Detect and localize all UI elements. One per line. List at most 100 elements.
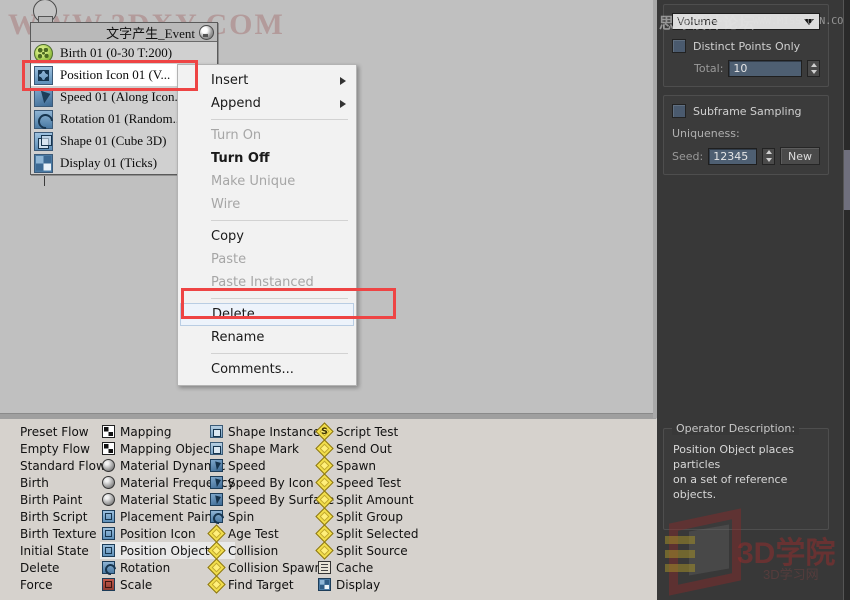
depot-item-label: Speed By Icon <box>228 476 314 490</box>
depot-item-label: Speed Test <box>336 476 401 490</box>
operator-description-panel: Operator Description: Position Object pl… <box>663 428 829 530</box>
shape-icon <box>34 132 53 151</box>
depot-item-split-amount[interactable]: Split Amount <box>316 491 418 508</box>
location-dropdown[interactable]: Volume <box>672 13 820 30</box>
depot-item-label: Shape Mark <box>228 442 299 456</box>
new-seed-button[interactable]: New <box>780 147 820 165</box>
split-group-icon <box>315 507 333 525</box>
depot-item-label: Rotation <box>120 561 170 575</box>
event-row-label: Display 01 (Ticks) <box>60 155 157 171</box>
depot-item-label: Split Source <box>336 544 408 558</box>
depot-item-cache[interactable]: Cache <box>316 559 418 576</box>
depot-item-label: Material Static <box>120 493 207 507</box>
depot-item-label: Split Amount <box>336 493 414 507</box>
command-panel[interactable]: Volume Distinct Points Only Total: 10 Su… <box>657 0 843 600</box>
material-dynamic-icon <box>102 459 115 472</box>
context-menu[interactable]: Insert Append Turn On Turn Off Make Uniq… <box>177 64 357 386</box>
position-icon <box>102 527 115 540</box>
menu-item-make-unique: Make Unique <box>178 170 356 193</box>
rotation-icon <box>34 110 53 129</box>
collision-icon <box>207 541 225 559</box>
depot-item-label: Preset Flow <box>20 425 89 439</box>
depot-item-label: Script Test <box>336 425 398 439</box>
depot-item-label: Birth Texture <box>20 527 97 541</box>
depot-item-label: Mapping <box>120 425 172 439</box>
depot-item-send-out[interactable]: Send Out <box>316 440 418 457</box>
menu-item-insert[interactable]: Insert <box>178 69 356 92</box>
menu-item-append[interactable]: Append <box>178 92 356 115</box>
spawn-icon <box>315 456 333 474</box>
menu-item-label: Turn On <box>211 128 261 143</box>
event-output-stem <box>44 176 45 186</box>
depot-item-birth-texture[interactable]: Birth Texture <box>0 525 106 542</box>
menu-item-delete[interactable]: Delete <box>180 303 354 326</box>
chevron-right-icon <box>340 100 346 108</box>
material-frequency-icon <box>102 476 115 489</box>
total-field[interactable]: 10 <box>728 60 802 77</box>
menu-item-label: Copy <box>211 229 244 244</box>
shape-mark-icon <box>210 442 223 455</box>
depot-item-birth-script[interactable]: Birth Script <box>0 508 106 525</box>
menu-item-label: Paste Instanced <box>211 275 314 290</box>
total-label: Total: <box>694 62 723 75</box>
subframe-sampling-checkbox[interactable] <box>672 104 686 118</box>
menu-separator <box>211 298 348 299</box>
depot-item-label: Birth Paint <box>20 493 82 507</box>
depot-panel[interactable]: Preset Flow Empty Flow Standard Flow Bir… <box>0 419 656 600</box>
speed-by-surface-icon <box>210 493 223 506</box>
total-spinner[interactable] <box>807 60 820 77</box>
event-node-titlebar[interactable]: 文字产生_Event <box>31 23 217 42</box>
depot-item-initial-state[interactable]: Initial State <box>0 542 106 559</box>
position-object-icon <box>102 544 115 557</box>
depot-item-birth-paint[interactable]: Birth Paint <box>0 491 106 508</box>
depot-item-force[interactable]: Force <box>0 576 106 593</box>
depot-item-delete[interactable]: Delete <box>0 559 106 576</box>
menu-item-comments[interactable]: Comments... <box>178 358 356 381</box>
depot-item-empty-flow[interactable]: Empty Flow <box>0 440 106 457</box>
split-source-icon <box>315 541 333 559</box>
location-dropdown-value: Volume <box>677 15 718 28</box>
menu-separator <box>211 119 348 120</box>
depot-item-label: Age Test <box>228 527 279 541</box>
location-group: Volume Distinct Points Only Total: 10 <box>663 4 829 87</box>
seed-spinner[interactable] <box>762 148 775 165</box>
seed-field[interactable]: 12345 <box>708 148 757 165</box>
depot-item-label: Split Group <box>336 510 403 524</box>
menu-item-turn-on: Turn On <box>178 124 356 147</box>
depot-item-label: Split Selected <box>336 527 418 541</box>
event-row-label: Position Icon 01 (V... <box>60 67 170 83</box>
menu-item-rename[interactable]: Rename <box>178 326 356 349</box>
depot-item-standard-flow[interactable]: Standard Flow <box>0 457 106 474</box>
depot-item-script-test[interactable]: Script Test <box>316 423 418 440</box>
event-node-title: 文字产生_Event <box>106 23 195 42</box>
depot-item-preset-flow[interactable]: Preset Flow <box>0 423 106 440</box>
depot-item-label: Send Out <box>336 442 392 456</box>
depot-item-spawn[interactable]: Spawn <box>316 457 418 474</box>
split-selected-icon <box>315 524 333 542</box>
depot-item-split-selected[interactable]: Split Selected <box>316 525 418 542</box>
distinct-points-row[interactable]: Distinct Points Only <box>672 39 820 53</box>
menu-item-turn-off[interactable]: Turn Off <box>178 147 356 170</box>
menu-item-copy[interactable]: Copy <box>178 225 356 248</box>
depot-item-display[interactable]: Display <box>316 576 418 593</box>
seed-value: 12345 <box>713 150 748 163</box>
depot-item-speed-test[interactable]: Speed Test <box>316 474 418 491</box>
subframe-sampling-row[interactable]: Subframe Sampling <box>672 104 820 118</box>
distinct-points-checkbox[interactable] <box>672 39 686 53</box>
depot-item-birth[interactable]: Birth <box>0 474 106 491</box>
light-bulb-icon[interactable] <box>199 25 214 40</box>
depot-item-label: Shape Instance <box>228 425 320 439</box>
uniqueness-label: Uniqueness: <box>672 127 820 140</box>
particle-view-canvas[interactable]: WWW.3DXY.COM 文字产生_Event Birth 01 (0-30 T… <box>0 0 656 418</box>
command-panel-scrollbar[interactable] <box>843 0 850 600</box>
depot-item-label: Delete <box>20 561 59 575</box>
depot-item-label: Cache <box>336 561 373 575</box>
event-row-birth[interactable]: Birth 01 (0-30 T:200) <box>31 42 217 64</box>
menu-item-paste-instanced: Paste Instanced <box>178 271 356 294</box>
depot-item-split-group[interactable]: Split Group <box>316 508 418 525</box>
scrollbar-thumb[interactable] <box>844 150 850 210</box>
depot-item-split-source[interactable]: Split Source <box>316 542 418 559</box>
depot-item-label: Standard Flow <box>20 459 106 473</box>
depot-column-4: Script Test Send Out Spawn Speed Test Sp… <box>316 423 418 593</box>
birth-icon <box>34 44 53 63</box>
